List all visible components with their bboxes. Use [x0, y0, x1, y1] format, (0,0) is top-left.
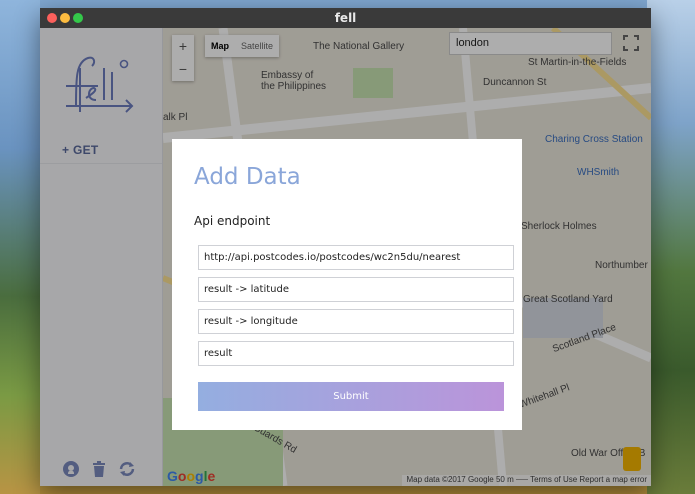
- add-data-modal: Add Data Api endpoint http://api.postcod…: [172, 139, 522, 430]
- window-title: fell: [334, 11, 357, 25]
- api-endpoint-label: Api endpoint: [194, 214, 271, 228]
- title-bar: fell: [40, 8, 651, 28]
- modal-backdrop[interactable]: Add Data Api endpoint http://api.postcod…: [40, 28, 651, 486]
- modal-title: Add Data: [194, 164, 301, 190]
- minimize-window-button[interactable]: [60, 13, 70, 23]
- api-endpoint-input[interactable]: http://api.postcodes.io/postcodes/wc2n5d…: [198, 245, 514, 270]
- zoom-window-button[interactable]: [73, 13, 83, 23]
- desktop-background-left: [0, 0, 40, 494]
- close-window-button[interactable]: [47, 13, 57, 23]
- latitude-path-input[interactable]: result -> latitude: [198, 277, 514, 302]
- longitude-path-input[interactable]: result -> longitude: [198, 309, 514, 334]
- desktop-background-right: [647, 0, 695, 494]
- app-window: fell + GET + − Map Satellite london The …: [40, 8, 651, 486]
- submit-button[interactable]: Submit: [198, 382, 504, 411]
- result-path-input[interactable]: result: [198, 341, 514, 366]
